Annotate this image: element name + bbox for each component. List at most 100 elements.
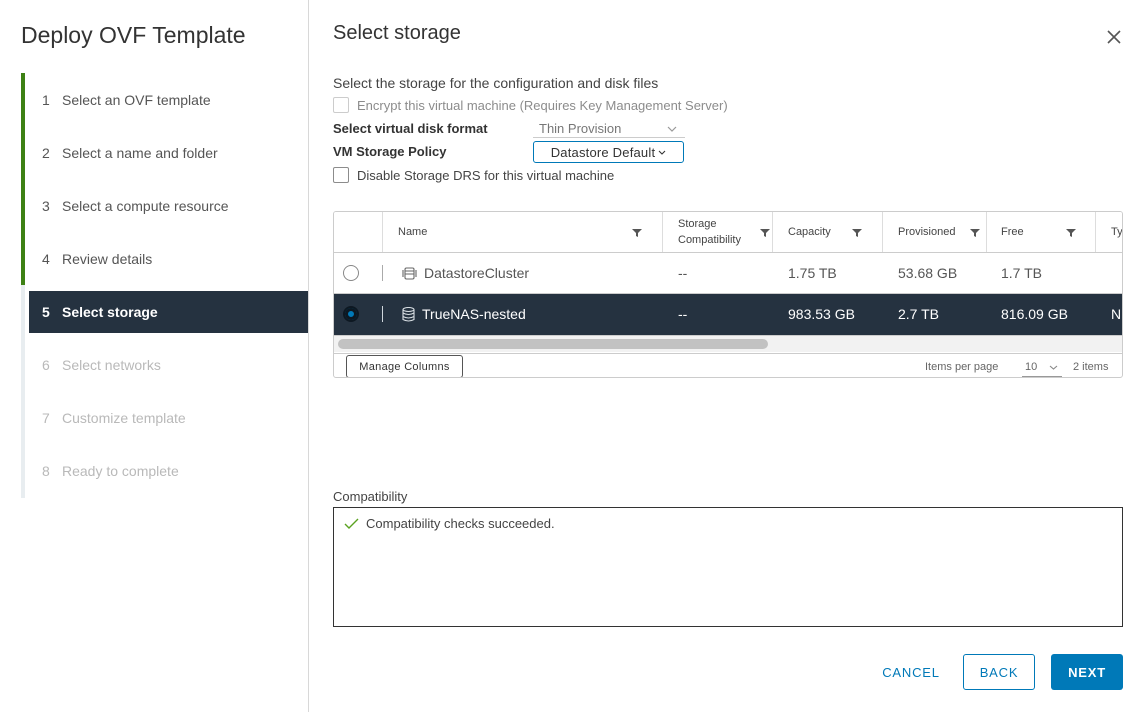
step-customize-template: 7 Customize template bbox=[29, 397, 308, 439]
step-number: 6 bbox=[42, 357, 50, 373]
step-label: Ready to complete bbox=[62, 463, 179, 479]
column-free-label: Free bbox=[1001, 226, 1024, 238]
grid-header: Name Storage Compatibility Capacity Prov… bbox=[334, 212, 1122, 253]
table-row[interactable]: DatastoreCluster -- 1.75 TB 53.68 GB 1.7… bbox=[334, 253, 1122, 294]
row-separator bbox=[382, 265, 383, 281]
step-select-storage[interactable]: 5 Select storage bbox=[29, 291, 308, 333]
filter-icon[interactable] bbox=[970, 228, 980, 238]
table-row-selected[interactable]: TrueNAS-nested -- 983.53 GB 2.7 TB 816.0… bbox=[334, 294, 1122, 336]
row-name-cell: TrueNAS-nested bbox=[402, 294, 526, 334]
step-review-details[interactable]: 4 Review details bbox=[29, 238, 308, 280]
column-header-capacity[interactable]: Capacity bbox=[788, 212, 882, 252]
items-per-page-value: 10 bbox=[1025, 361, 1038, 373]
next-button[interactable]: NEXT bbox=[1051, 654, 1123, 690]
column-separator bbox=[382, 212, 383, 252]
chevron-down-icon bbox=[667, 126, 677, 132]
column-separator bbox=[772, 212, 773, 252]
row-provisioned-cell: 2.7 TB bbox=[898, 306, 939, 322]
column-compat-label-1: Storage bbox=[678, 218, 717, 230]
step-select-ovf-template[interactable]: 1 Select an OVF template bbox=[29, 79, 308, 121]
items-per-page-select[interactable]: 10 bbox=[1022, 358, 1062, 377]
close-icon[interactable] bbox=[1104, 27, 1124, 47]
checkmark-icon bbox=[344, 518, 359, 529]
column-separator bbox=[662, 212, 663, 252]
column-name-label: Name bbox=[398, 226, 428, 238]
step-label: Select networks bbox=[62, 357, 161, 373]
row-compat-cell: -- bbox=[678, 265, 688, 281]
column-separator bbox=[882, 212, 883, 252]
column-header-provisioned[interactable]: Provisioned bbox=[898, 212, 986, 252]
step-label: Select an OVF template bbox=[62, 92, 211, 108]
disk-format-label: Select virtual disk format bbox=[333, 121, 488, 136]
encrypt-vm-option: Encrypt this virtual machine (Requires K… bbox=[333, 97, 728, 113]
chevron-down-icon bbox=[658, 150, 666, 155]
disable-drs-label: Disable Storage DRS for this virtual mac… bbox=[357, 167, 615, 183]
back-button[interactable]: BACK bbox=[963, 654, 1035, 690]
row-type-cell: N bbox=[1111, 306, 1122, 322]
wizard-title: Deploy OVF Template bbox=[21, 22, 246, 48]
row-compat-cell: -- bbox=[678, 306, 688, 322]
storage-policy-select[interactable]: Datastore Default bbox=[533, 141, 684, 163]
scrollbar-thumb[interactable] bbox=[338, 339, 768, 349]
wizard-sidebar: Deploy OVF Template 1 Select an OVF temp… bbox=[0, 0, 309, 712]
step-number: 7 bbox=[42, 410, 50, 426]
compatibility-message: Compatibility checks succeeded. bbox=[344, 516, 555, 531]
disk-format-value: Thin Provision bbox=[539, 121, 622, 136]
item-count: 2 items bbox=[1073, 361, 1109, 373]
encrypt-vm-label: Encrypt this virtual machine (Requires K… bbox=[357, 97, 728, 113]
row-free-cell: 1.7 TB bbox=[1001, 265, 1042, 281]
compatibility-message-text: Compatibility checks succeeded. bbox=[366, 516, 555, 531]
datastore-cluster-icon bbox=[402, 266, 417, 280]
row-name: DatastoreCluster bbox=[424, 265, 530, 281]
column-compat-label-2: Compatibility bbox=[678, 234, 741, 246]
step-label: Select a name and folder bbox=[62, 145, 218, 161]
storage-policy-label: VM Storage Policy bbox=[333, 144, 447, 159]
step-ready-to-complete: 8 Ready to complete bbox=[29, 450, 308, 492]
cancel-button[interactable]: CANCEL bbox=[873, 654, 949, 690]
disable-drs-option[interactable]: Disable Storage DRS for this virtual mac… bbox=[333, 167, 614, 183]
step-number: 8 bbox=[42, 463, 50, 479]
row-provisioned-cell: 53.68 GB bbox=[898, 265, 958, 281]
step-number: 1 bbox=[42, 92, 50, 108]
step-select-compute-resource[interactable]: 3 Select a compute resource bbox=[29, 185, 308, 227]
row-capacity-cell: 983.53 GB bbox=[788, 306, 855, 322]
encrypt-vm-checkbox bbox=[333, 97, 349, 113]
datastore-grid: Name Storage Compatibility Capacity Prov… bbox=[333, 211, 1123, 378]
intro-text: Select the storage for the configuration… bbox=[333, 75, 659, 91]
disable-drs-checkbox[interactable] bbox=[333, 167, 349, 183]
column-separator bbox=[986, 212, 987, 252]
compatibility-label: Compatibility bbox=[333, 489, 408, 504]
compatibility-panel: Compatibility checks succeeded. bbox=[333, 507, 1123, 627]
filter-icon[interactable] bbox=[1066, 228, 1076, 238]
row-radio[interactable] bbox=[343, 265, 359, 281]
page-title: Select storage bbox=[333, 22, 461, 44]
step-label: Customize template bbox=[62, 410, 186, 426]
chevron-down-icon bbox=[1049, 365, 1058, 370]
column-capacity-label: Capacity bbox=[788, 226, 831, 238]
step-number: 5 bbox=[42, 304, 50, 320]
disk-format-select[interactable]: Thin Provision bbox=[533, 120, 685, 138]
row-capacity-cell: 1.75 TB bbox=[788, 265, 837, 281]
items-per-page-label: Items per page bbox=[925, 361, 999, 373]
step-select-networks: 6 Select networks bbox=[29, 344, 308, 386]
step-number: 4 bbox=[42, 251, 50, 267]
column-header-free[interactable]: Free bbox=[1001, 212, 1095, 252]
filter-icon[interactable] bbox=[852, 228, 862, 238]
row-radio-selected[interactable] bbox=[343, 306, 359, 322]
step-label: Review details bbox=[62, 251, 153, 267]
filter-icon[interactable] bbox=[760, 228, 770, 238]
step-select-name-folder[interactable]: 2 Select a name and folder bbox=[29, 132, 308, 174]
row-name: TrueNAS-nested bbox=[422, 306, 526, 322]
grid-footer: Manage Columns Items per page 10 2 items bbox=[334, 353, 1122, 377]
filter-icon[interactable] bbox=[632, 228, 642, 238]
step-label: Select storage bbox=[62, 304, 158, 320]
row-separator bbox=[382, 306, 383, 322]
column-header-name[interactable]: Name bbox=[398, 212, 658, 252]
row-free-cell: 816.09 GB bbox=[1001, 306, 1068, 322]
column-header-storage-compatibility[interactable]: Storage Compatibility bbox=[678, 212, 772, 252]
column-header-type[interactable]: Ty bbox=[1111, 212, 1122, 252]
manage-columns-button[interactable]: Manage Columns bbox=[346, 355, 463, 377]
column-provisioned-label: Provisioned bbox=[898, 226, 956, 238]
step-number: 2 bbox=[42, 145, 50, 161]
column-separator bbox=[1095, 212, 1096, 252]
